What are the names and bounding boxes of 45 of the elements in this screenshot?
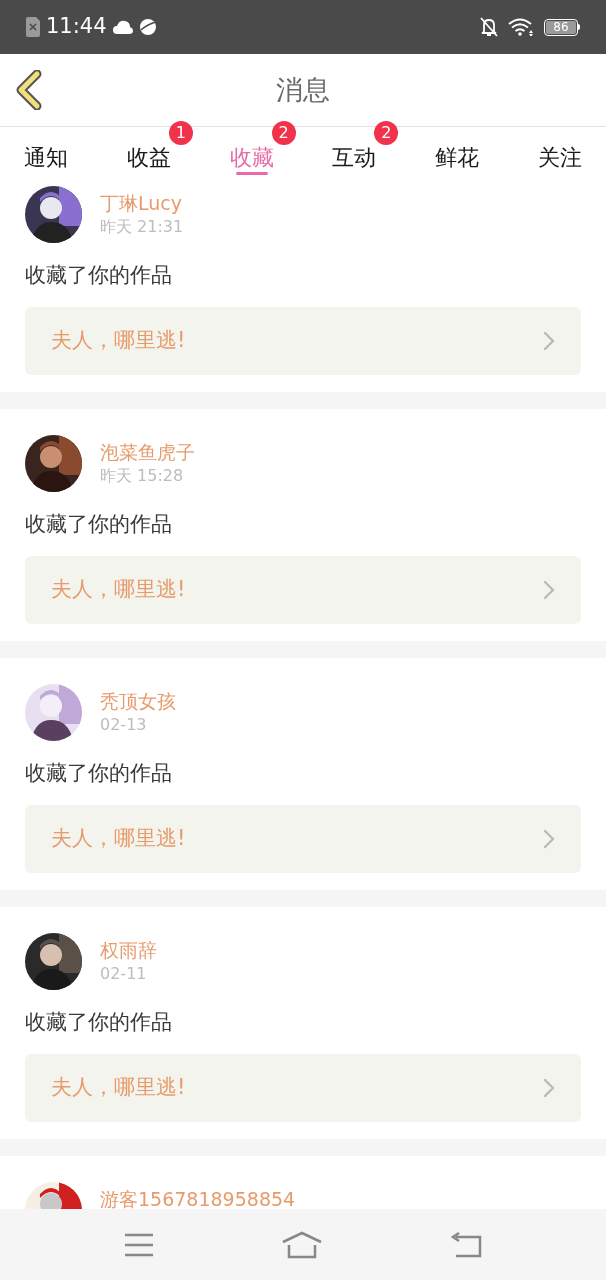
message-time: 02-13 — [100, 714, 148, 736]
message-text: 收藏了你的作品 — [25, 760, 173, 787]
work-link[interactable]: 夫人，哪里逃! — [25, 556, 581, 624]
work-link[interactable]: 夫人，哪里逃! — [25, 1054, 581, 1122]
work-title: 夫人，哪里逃! — [51, 576, 186, 604]
message-time: 昨天 21:31 — [100, 216, 184, 238]
home-icon[interactable] — [281, 1230, 323, 1259]
wifi-icon — [508, 18, 534, 36]
tab[interactable]: 互动 — [332, 127, 377, 179]
badge-count: 2 — [271, 121, 296, 145]
back-icon[interactable] — [450, 1231, 483, 1258]
user-name[interactable]: 泡菜鱼虎子 — [100, 441, 195, 463]
message-time: 02-11 — [100, 963, 148, 985]
user-name[interactable]: 丁琳Lucy — [100, 192, 184, 214]
planet-icon — [138, 18, 157, 36]
work-title: 夫人，哪里逃! — [51, 327, 186, 355]
sim-card-icon — [26, 17, 40, 37]
chevron-right-icon — [543, 331, 555, 351]
tab[interactable]: 收益 — [126, 127, 171, 179]
chevron-right-icon — [543, 580, 555, 600]
message-text: 收藏了你的作品 — [25, 511, 173, 538]
clock-time: 11:44 — [46, 13, 107, 41]
chevron-right-icon — [543, 829, 555, 849]
user-name[interactable]: 秃顶女孩 — [100, 690, 176, 712]
cloud-icon — [112, 20, 133, 34]
bell-off-icon — [480, 17, 498, 37]
menu-icon[interactable] — [123, 1232, 154, 1257]
badge-count: 1 — [168, 121, 193, 145]
page-title: 消息 — [276, 72, 330, 107]
message-text: 收藏了你的作品 — [25, 262, 173, 289]
message-text: 收藏了你的作品 — [25, 1009, 173, 1036]
work-link[interactable]: 夫人，哪里逃! — [25, 307, 581, 375]
tab[interactable]: 收藏 — [229, 127, 274, 179]
tab[interactable]: 通知 — [24, 127, 68, 179]
work-link[interactable]: 夫人，哪里逃! — [25, 805, 581, 873]
badge-count: 2 — [374, 121, 399, 145]
work-title: 夫人，哪里逃! — [51, 825, 186, 853]
tab[interactable]: 鲜花 — [435, 127, 480, 179]
message-time: 昨天 15:28 — [100, 465, 185, 487]
tab[interactable]: 关注 — [538, 127, 582, 179]
battery-level: 86 — [546, 20, 576, 34]
chevron-right-icon — [543, 1078, 555, 1098]
work-title: 夫人，哪里逃! — [51, 1074, 186, 1102]
user-name[interactable]: 权雨辞 — [100, 939, 157, 961]
user-name[interactable]: 游客1567818958854 — [100, 1188, 296, 1209]
